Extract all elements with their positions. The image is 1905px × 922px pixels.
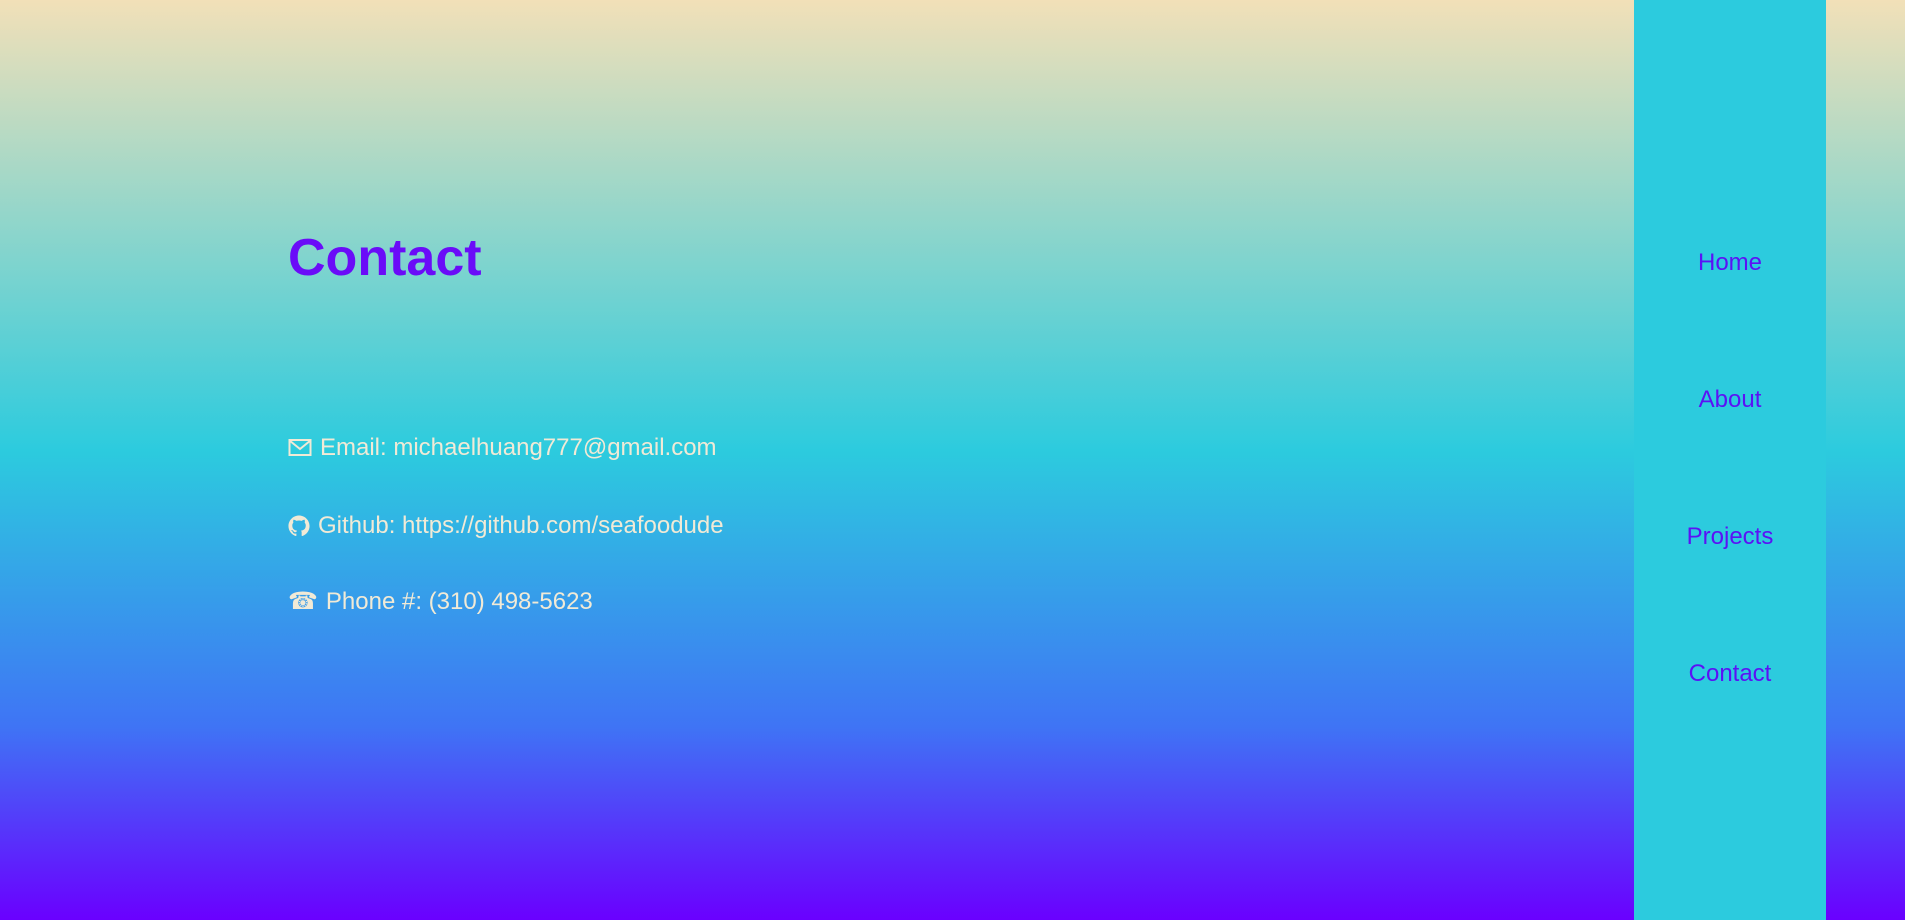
phone-contact: ☎ Phone #: (310) 498-5623 <box>288 587 593 617</box>
github-text[interactable]: Github: https://github.com/seafoodude <box>318 511 724 541</box>
nav-item-projects[interactable]: Projects <box>1634 522 1826 552</box>
contact-page: Contact Email: michaelhuang777@gmail.com… <box>0 0 1905 920</box>
nav-item-contact[interactable]: Contact <box>1634 659 1826 689</box>
phone-text: Phone #: (310) 498-5623 <box>325 588 593 615</box>
envelope-icon <box>288 438 312 458</box>
email-text: Email: michaelhuang777@gmail.com <box>320 434 717 461</box>
phone-icon: ☎ <box>288 588 318 615</box>
nav-item-about[interactable]: About <box>1634 385 1826 415</box>
email-contact: Email: michaelhuang777@gmail.com <box>288 433 717 463</box>
github-contact: Github: https://github.com/seafoodude <box>288 511 724 541</box>
github-icon <box>288 515 310 537</box>
sidebar-nav: Home About Projects Contact <box>1634 0 1826 920</box>
nav-item-home[interactable]: Home <box>1634 248 1826 278</box>
page-title: Contact <box>288 229 482 287</box>
